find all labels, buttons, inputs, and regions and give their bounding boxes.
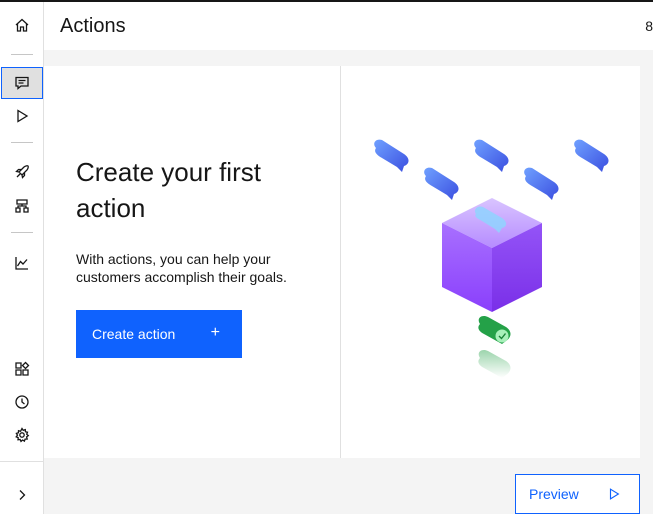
preview-play-icon (17, 109, 29, 123)
nav-history[interactable] (0, 386, 44, 418)
rail-divider (11, 54, 33, 55)
page-title: Actions (60, 15, 126, 37)
actions-illustration (342, 66, 640, 458)
settings-gear-icon (15, 427, 30, 443)
rail-divider (11, 142, 33, 143)
nav-expand[interactable] (0, 479, 44, 511)
expand-chevron-icon (19, 490, 26, 500)
header-overflow-text: 8 (645, 18, 653, 34)
toggle-check-icon (478, 315, 511, 378)
empty-state-description: With actions, you can help your customer… (76, 251, 287, 285)
side-nav-rail (0, 2, 44, 514)
chat-bubble-icon (374, 139, 409, 172)
nav-environments[interactable] (0, 190, 44, 222)
create-action-button[interactable]: Create action + (76, 310, 242, 358)
nav-integrations[interactable] (0, 353, 44, 385)
nav-preview[interactable] (0, 100, 44, 132)
add-icon: + (210, 324, 220, 341)
preview-label: Preview (529, 486, 579, 502)
nav-analytics[interactable] (0, 247, 44, 279)
create-action-label: Create action (92, 326, 176, 342)
home-icon (15, 18, 29, 32)
page-header: Actions 8 (44, 2, 653, 50)
chat-bubble-icon (524, 167, 559, 200)
cube-icon (442, 198, 542, 312)
empty-state-text-panel: Create your first action With actions, y… (44, 66, 341, 458)
chat-bubble-icon (474, 139, 509, 172)
environments-icon (15, 199, 29, 213)
actions-icon (15, 76, 29, 90)
chat-bubble-icon (574, 139, 609, 172)
publish-rocket-icon (15, 165, 29, 179)
rail-divider (11, 232, 33, 233)
empty-state-headline: Create your first action (76, 157, 261, 223)
cube-bubbles-illustration (374, 139, 609, 378)
rail-divider (0, 461, 44, 462)
history-icon (15, 395, 29, 409)
preview-button[interactable]: Preview (515, 474, 640, 514)
empty-state-card: Create your first action With actions, y… (44, 66, 640, 458)
nav-actions[interactable] (1, 67, 43, 99)
nav-publish[interactable] (0, 156, 44, 188)
main-content: Create your first action With actions, y… (44, 50, 653, 514)
integrations-icon (15, 361, 30, 376)
chat-bubble-icon (424, 167, 459, 200)
play-icon (609, 488, 620, 500)
analytics-icon (15, 257, 28, 270)
nav-settings[interactable] (0, 419, 44, 451)
nav-home[interactable] (0, 9, 44, 41)
